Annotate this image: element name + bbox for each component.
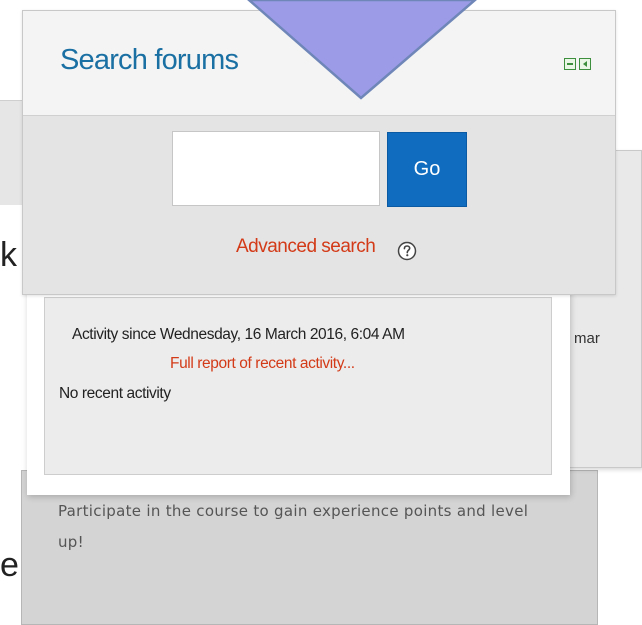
level-up-message: Participate in the course to gain experi… — [58, 502, 529, 551]
background-text-fragment: e — [0, 546, 19, 584]
collapse-icon[interactable] — [564, 58, 576, 70]
dock-icon[interactable] — [579, 58, 591, 70]
search-forums-title: Search forums — [60, 44, 239, 76]
down-arrow-icon — [247, 0, 477, 100]
block-controls — [564, 57, 592, 71]
background-text-fragment: k — [0, 236, 17, 274]
go-button[interactable]: Go — [387, 132, 467, 207]
search-input[interactable] — [172, 131, 380, 206]
activity-since-text: Activity since Wednesday, 16 March 2016,… — [72, 326, 405, 343]
background-card-text: mar — [574, 330, 600, 347]
full-report-link[interactable]: Full report of recent activity... — [170, 355, 355, 373]
no-recent-activity-text: No recent activity — [59, 385, 171, 402]
help-icon[interactable] — [397, 241, 417, 261]
advanced-search-link[interactable]: Advanced search — [236, 236, 376, 258]
